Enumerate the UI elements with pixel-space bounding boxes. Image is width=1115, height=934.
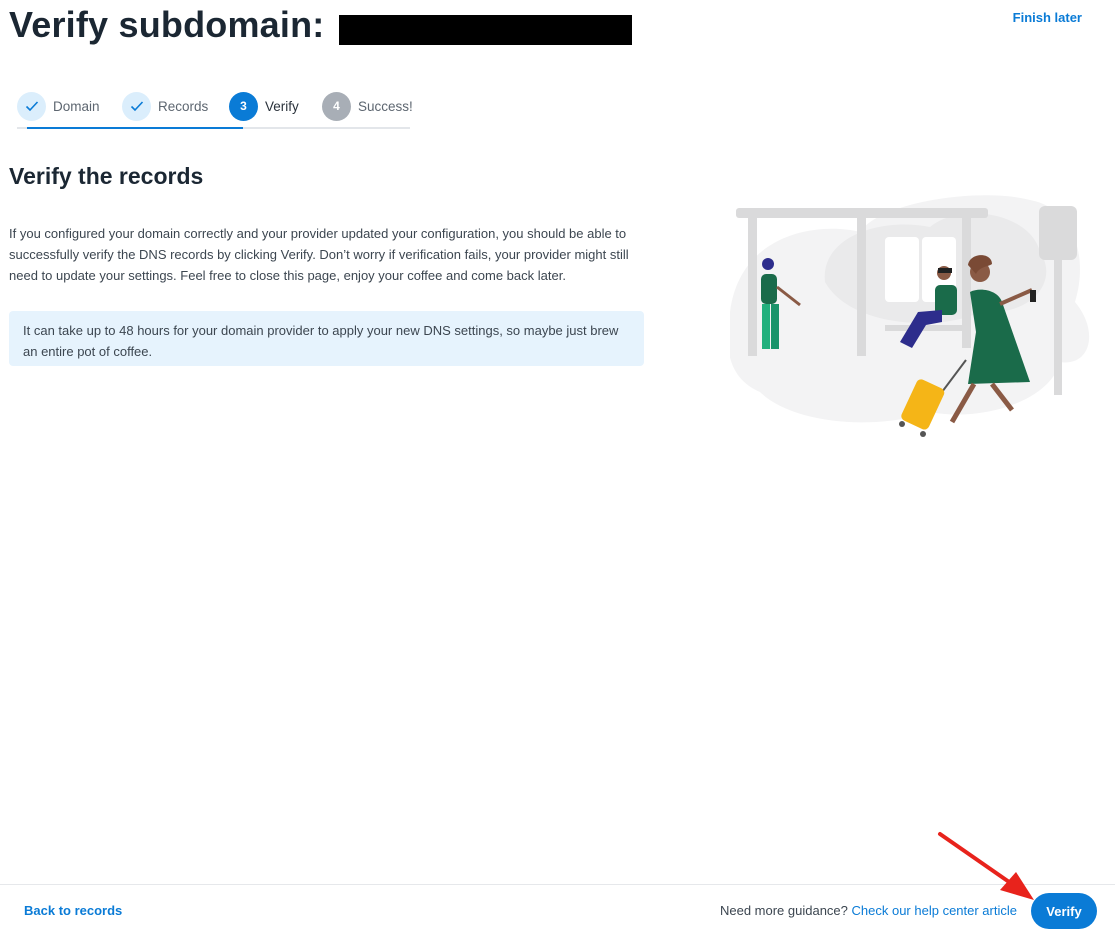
step-domain[interactable]: Domain [17,91,100,121]
waiting-travelers-illustration [730,195,1090,437]
step-label: Success! [358,98,413,114]
guidance-row: Need more guidance? Check our help cente… [720,903,1017,918]
back-to-records-link[interactable]: Back to records [24,903,122,918]
section-title: Verify the records [9,163,204,189]
step-number: 3 [229,91,258,121]
instructions-text: If you configured your domain correctly … [9,226,629,283]
guidance-text: Need more guidance? [719,903,848,918]
help-center-link[interactable]: Check our help center article [852,903,1017,918]
step-number: 4 [322,91,351,121]
step-records[interactable]: Records [122,91,208,121]
stepper: Domain Records 3 Verify 4 Success! [17,91,413,129]
finish-later-link[interactable]: Finish later [1013,10,1082,25]
step-verify[interactable]: 3 Verify [229,91,299,121]
info-callout: It can take up to 48 hours for your doma… [9,311,644,366]
checkmark-icon [17,91,46,121]
step-label: Verify [265,98,299,114]
stepper-progress [27,127,243,129]
step-label: Records [158,98,209,114]
verify-button[interactable]: Verify [1031,893,1097,929]
footer: Back to records Need more guidance? Chec… [0,884,1115,934]
redacted-domain-block [339,15,632,45]
page-title: Verify subdomain: [9,4,325,45]
step-success: 4 Success! [322,91,413,121]
step-label: Domain [53,98,100,114]
checkmark-icon [122,91,151,121]
